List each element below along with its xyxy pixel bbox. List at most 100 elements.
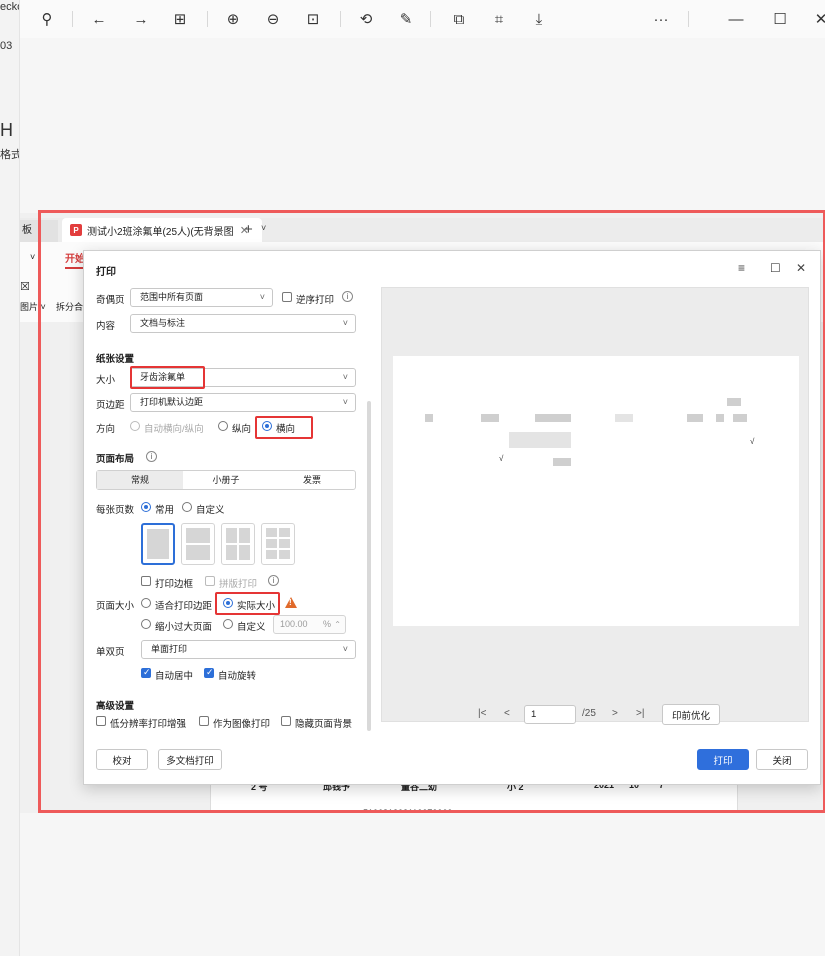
orientation-portrait-radio[interactable] bbox=[218, 421, 228, 431]
maximize-icon[interactable]: ☐ bbox=[770, 261, 781, 275]
fit-margin-radio[interactable] bbox=[141, 598, 151, 608]
background-text: H ˅ bbox=[0, 120, 19, 140]
odd-even-label: 奇偶页 bbox=[96, 295, 125, 306]
warning-icon[interactable]: ! bbox=[285, 597, 297, 608]
ribbon-image-button[interactable]: 图片 ˅ bbox=[20, 300, 46, 313]
ribbon-split-merge-button[interactable]: 拆分合 bbox=[56, 300, 83, 313]
print-optimize-button[interactable]: 印前优化 bbox=[662, 704, 720, 725]
as-image-checkbox[interactable] bbox=[199, 716, 209, 726]
first-page-icon[interactable]: |< bbox=[478, 708, 486, 719]
custom-scale-input: 100.00 % ⌃ bbox=[273, 615, 346, 634]
page-layout-heading: 页面布局 bbox=[96, 454, 135, 465]
print-button[interactable]: 打印 bbox=[697, 749, 749, 770]
next-page-icon[interactable]: > bbox=[612, 708, 618, 719]
pps-common-radio[interactable] bbox=[141, 502, 151, 512]
pps-custom-label: 自定义 bbox=[196, 505, 225, 516]
layout-mode-normal[interactable]: 常规 bbox=[97, 471, 183, 489]
layout-mode-invoice[interactable]: 发票 bbox=[269, 471, 355, 489]
maximize-icon[interactable]: ☐ bbox=[769, 8, 791, 30]
preview-check-mark: √ bbox=[499, 454, 504, 463]
preview-page: √ √ bbox=[393, 356, 799, 626]
scale-value: 100.00 bbox=[280, 619, 308, 629]
chevron-down-icon: ˅ bbox=[342, 318, 348, 328]
auto-center-checkbox[interactable] bbox=[141, 667, 151, 678]
low-res-checkbox[interactable] bbox=[96, 716, 106, 726]
multi-document-print-button[interactable]: 多文档打印 bbox=[158, 749, 222, 770]
download-icon[interactable]: ⤓ bbox=[528, 8, 550, 30]
viewer-canvas-bottom bbox=[20, 813, 825, 956]
close-button[interactable]: 关闭 bbox=[756, 749, 808, 770]
highlight-paper-size bbox=[130, 366, 205, 389]
custom-scale-label: 自定义 bbox=[237, 622, 266, 633]
close-icon[interactable]: ✕ bbox=[810, 8, 825, 30]
print-border-checkbox[interactable] bbox=[141, 576, 151, 586]
grid-view-icon[interactable]: ⊞ bbox=[169, 8, 191, 30]
layout-6-per-sheet[interactable] bbox=[261, 523, 295, 565]
close-icon[interactable]: ✕ bbox=[796, 261, 806, 275]
insert-image-icon[interactable]: ☒ bbox=[20, 280, 30, 293]
print-preview-pane: √ √ |< < 1 /25 > >| 印前优化 bbox=[381, 287, 809, 725]
content-select[interactable]: 文档与标注 ˅ bbox=[130, 314, 356, 333]
fit-page-icon[interactable]: ⊡ bbox=[302, 8, 324, 30]
preview-check-mark: √ bbox=[750, 437, 755, 446]
auto-rotate-label: 自动旋转 bbox=[218, 671, 257, 682]
add-tab-icon[interactable]: + bbox=[244, 221, 253, 238]
zoom-in-icon[interactable]: ⊕ bbox=[222, 8, 244, 30]
background-text: 03 bbox=[0, 40, 13, 52]
background-window-strip: ecko 03 H ˅ 格式 bbox=[0, 0, 20, 956]
tile-print-label: 拼版打印 bbox=[219, 579, 258, 590]
custom-scale-radio[interactable] bbox=[223, 619, 233, 629]
minimize-icon[interactable]: — bbox=[725, 8, 747, 30]
proof-button[interactable]: 校对 bbox=[96, 749, 148, 770]
pdf-logo-icon: P bbox=[70, 224, 82, 236]
shrink-large-label: 缩小过大页面 bbox=[155, 622, 213, 633]
forward-icon[interactable]: → bbox=[130, 8, 152, 30]
more-icon[interactable]: ··· bbox=[650, 8, 672, 30]
layout-4-per-sheet[interactable] bbox=[221, 523, 255, 565]
orientation-label: 方向 bbox=[96, 424, 116, 435]
info-icon[interactable]: i bbox=[268, 575, 279, 586]
print-dialog: 打印 ≡ ☐ ✕ 奇偶页 范围中所有页面 ˅ 逆序打印 i 内容 文档与标注 ˅… bbox=[83, 250, 821, 785]
duplex-value: 单面打印 bbox=[151, 644, 188, 654]
layout-mode-booklet[interactable]: 小册子 bbox=[183, 471, 269, 489]
zoom-out-icon[interactable]: ⊖ bbox=[262, 8, 284, 30]
prev-page-icon[interactable]: < bbox=[504, 708, 510, 719]
duplex-select[interactable]: 单面打印 ˅ bbox=[141, 640, 356, 659]
orientation-auto-label: 自动横向/纵向 bbox=[144, 424, 204, 435]
page-current: 1 bbox=[531, 709, 537, 720]
odd-even-value: 范围中所有页面 bbox=[140, 292, 204, 302]
rotate-icon[interactable]: ⟲ bbox=[355, 8, 377, 30]
ribbon-collapse-chevron-icon[interactable]: ˅ bbox=[30, 252, 35, 262]
tab-active-document[interactable]: P 测试小2班涂氟单(25人)(无背景图 ✕ bbox=[62, 218, 262, 242]
translate-icon[interactable]: ⧉ bbox=[448, 8, 470, 30]
menu-icon[interactable]: ≡ bbox=[738, 261, 745, 275]
page-number-input[interactable]: 1 bbox=[524, 705, 576, 724]
edit-icon[interactable]: ✎ bbox=[395, 8, 417, 30]
info-icon[interactable]: i bbox=[342, 291, 353, 302]
pps-common-label: 常用 bbox=[155, 505, 175, 516]
pin-icon[interactable]: ⚲ bbox=[36, 8, 58, 30]
info-icon[interactable]: i bbox=[146, 451, 157, 462]
layout-1-per-sheet[interactable] bbox=[141, 523, 175, 565]
reverse-print-checkbox[interactable] bbox=[282, 292, 292, 302]
pages-per-sheet-label: 每张页数 bbox=[96, 505, 135, 516]
ribbon-tab-start[interactable]: 开始 bbox=[65, 250, 85, 269]
chevron-down-icon: ˅ bbox=[342, 372, 348, 382]
ocr-icon[interactable]: ⌗ bbox=[488, 8, 510, 30]
pps-custom-radio[interactable] bbox=[182, 502, 192, 512]
back-icon[interactable]: ← bbox=[88, 8, 110, 30]
odd-even-select[interactable]: 范围中所有页面 ˅ bbox=[130, 288, 273, 307]
chevron-down-icon: ˅ bbox=[342, 397, 348, 407]
margin-select[interactable]: 打印机默认边距 ˅ bbox=[130, 393, 356, 412]
settings-scrollbar[interactable] bbox=[367, 401, 371, 731]
viewer-toolbar: ⚲ ← → ⊞ ⊕ ⊖ ⊡ ⟲ ✎ ⧉ ⌗ ⤓ ··· — ☐ ✕ bbox=[20, 0, 825, 38]
tab-previous[interactable]: 板 bbox=[20, 220, 58, 242]
tab-list-chevron-icon[interactable]: ˅ bbox=[261, 223, 266, 233]
layout-2-per-sheet[interactable] bbox=[181, 523, 215, 565]
auto-rotate-checkbox[interactable] bbox=[204, 667, 214, 678]
hide-bg-checkbox[interactable] bbox=[281, 716, 291, 726]
page-total: /25 bbox=[582, 708, 596, 719]
last-page-icon[interactable]: >| bbox=[636, 708, 644, 719]
scale-unit: % bbox=[323, 619, 332, 629]
shrink-large-radio[interactable] bbox=[141, 619, 151, 629]
